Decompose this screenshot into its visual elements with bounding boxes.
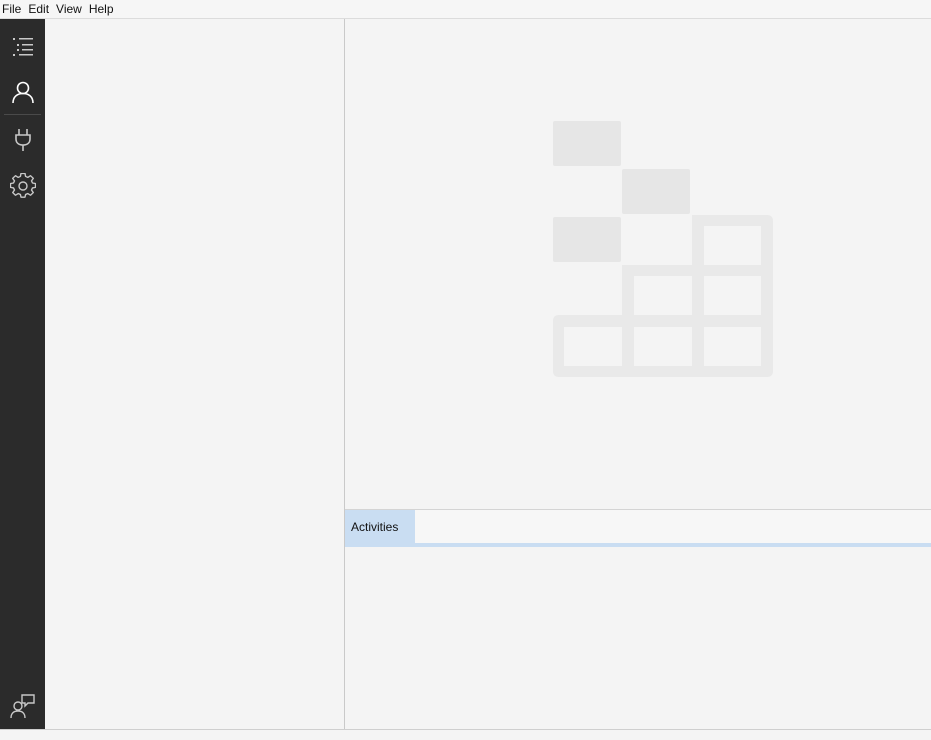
side-panel [45, 19, 345, 729]
explorer-button[interactable] [0, 23, 45, 68]
activity-separator [4, 114, 41, 115]
tab-activities-label: Activities [351, 519, 399, 534]
menu-file[interactable]: File [0, 0, 24, 18]
menu-view[interactable]: View [54, 0, 85, 18]
list-icon [12, 37, 33, 56]
user-feedback-icon [9, 693, 35, 718]
bottom-panel: Activities [345, 509, 931, 730]
tab-activities[interactable]: Activities [345, 510, 415, 543]
plug-icon [14, 128, 31, 151]
activity-bar [0, 19, 45, 729]
bottom-panel-tabstrip: Activities [345, 510, 931, 547]
feedback-button[interactable] [0, 683, 45, 728]
menu-edit[interactable]: Edit [26, 0, 52, 18]
editor-area [345, 19, 931, 509]
gear-icon [9, 172, 36, 198]
menu-help[interactable]: Help [87, 0, 117, 18]
settings-button[interactable] [0, 163, 45, 208]
user-icon [11, 81, 34, 103]
status-bar [0, 729, 931, 740]
connections-button[interactable] [0, 117, 45, 162]
app-logo-watermark-icon [553, 121, 773, 377]
menu-bar: File Edit View Help [0, 0, 931, 19]
accounts-button[interactable] [0, 69, 45, 114]
